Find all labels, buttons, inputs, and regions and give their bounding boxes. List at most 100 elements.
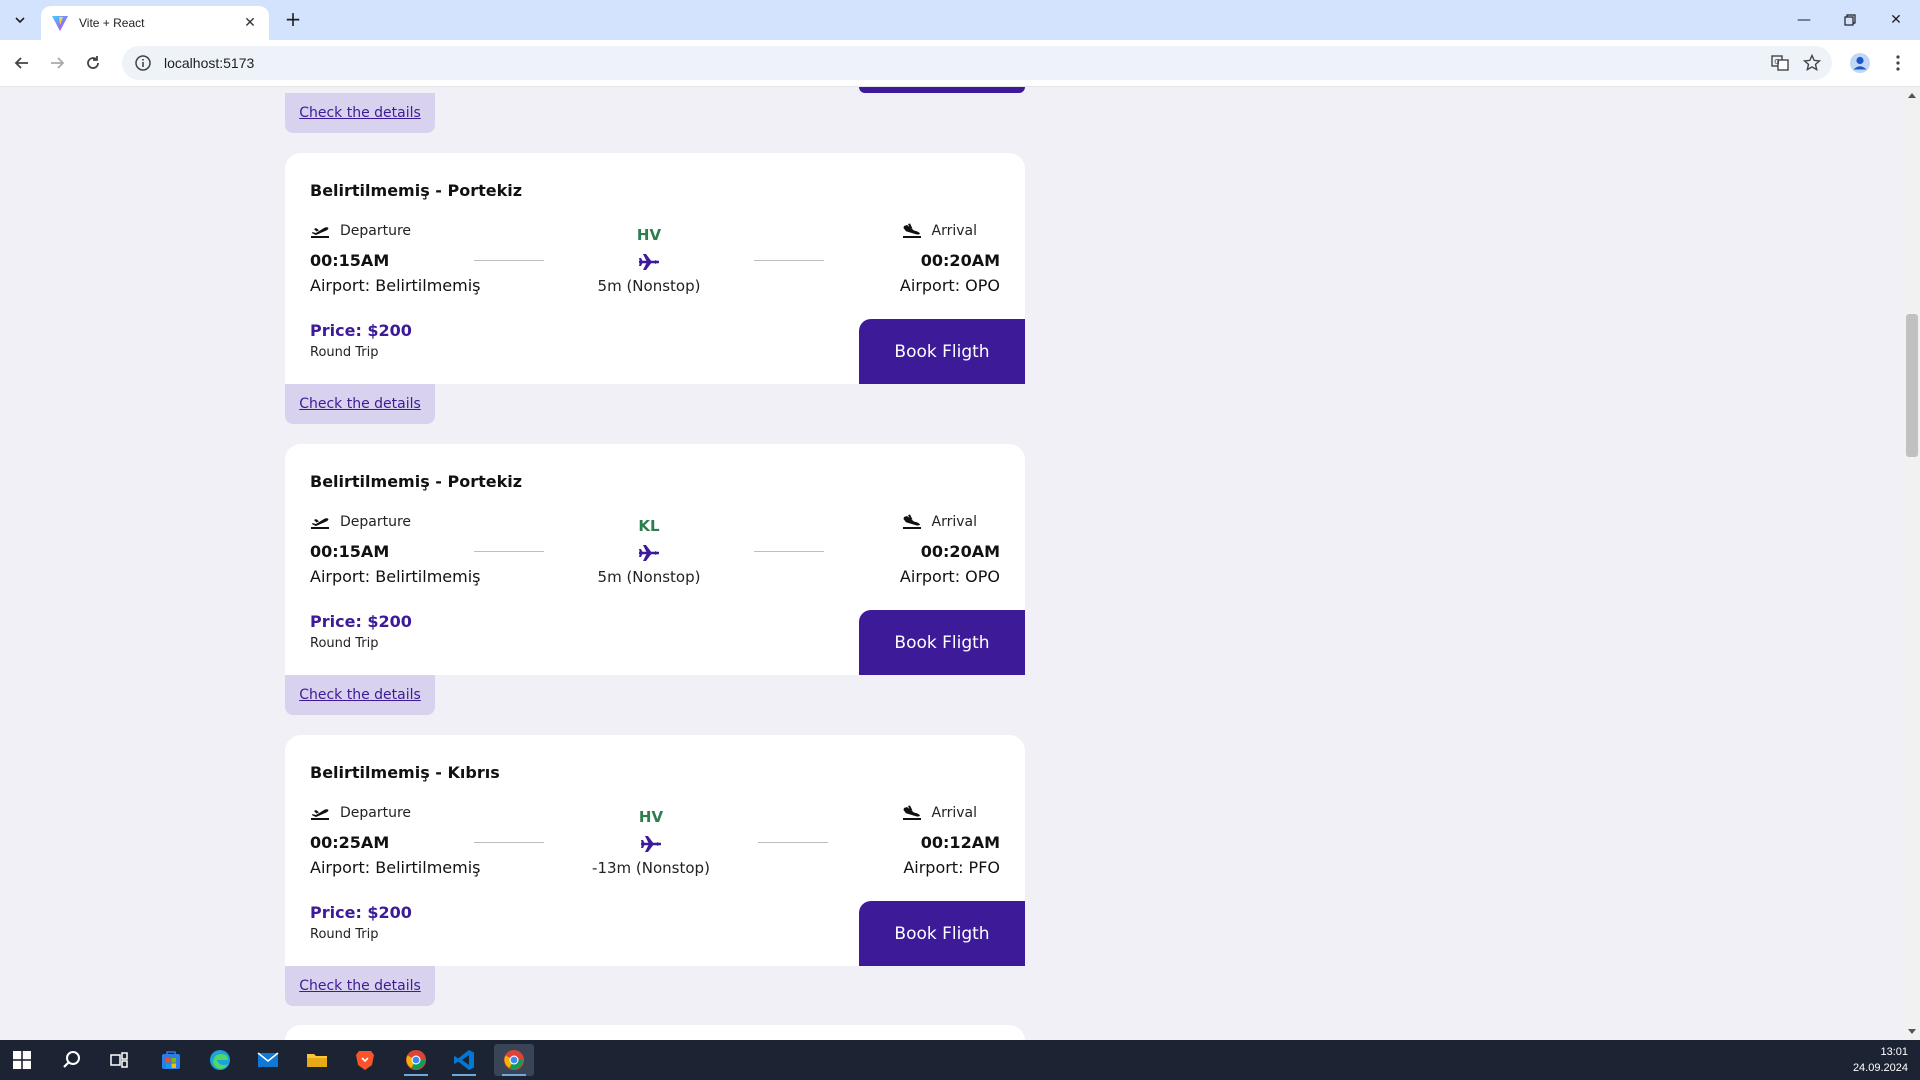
flight-card: Belirtilmemiş - Portekiz Departure 00:15… [285, 444, 1025, 675]
chrome-icon[interactable] [494, 1044, 534, 1076]
close-window-icon[interactable]: ✕ [1876, 8, 1916, 32]
check-details-button[interactable]: Check the details [285, 93, 435, 133]
new-tab-button[interactable]: + [282, 9, 304, 31]
check-details-link[interactable]: Check the details [299, 687, 421, 703]
check-details-button[interactable]: Check the details [285, 675, 435, 715]
book-flight-button[interactable]: Book Fligth [859, 610, 1025, 675]
departure-header: Departure [310, 223, 411, 239]
departure-airport: Airport: Belirtilmemiş [310, 858, 481, 877]
minimize-icon[interactable]: — [1784, 8, 1824, 32]
vite-logo-icon [52, 16, 68, 31]
active-indicator [452, 1074, 476, 1076]
edge-icon[interactable] [200, 1044, 240, 1076]
forward-icon[interactable] [45, 51, 69, 75]
plane-icon [639, 254, 659, 270]
plane-departure-icon [311, 518, 329, 529]
bookmark-star-icon[interactable] [1800, 51, 1824, 75]
arrival-airport: Airport: OPO [899, 276, 1000, 295]
arrival-time: 00:20AM [920, 251, 1000, 270]
back-icon[interactable] [10, 51, 34, 75]
route-line-left [474, 260, 544, 261]
departure-time: 00:15AM [310, 251, 390, 270]
book-flight-button[interactable]: Book Fligth [859, 319, 1025, 384]
search-icon[interactable] [52, 1044, 92, 1076]
flight-card: Belirtilmemiş - Portekiz Departure 00:15… [285, 153, 1025, 384]
profile-avatar-icon[interactable] [1848, 51, 1872, 75]
airline-code: HV [636, 226, 662, 244]
clock-time: 13:01 [1880, 1046, 1908, 1058]
route-title: Belirtilmemiş - Portekiz [310, 472, 523, 491]
flight-card: Belirtilmemiş - Kıbrıs Departure 00:25AM… [285, 735, 1025, 966]
departure-label: Departure [340, 805, 412, 821]
chrome-icon[interactable] [396, 1044, 436, 1076]
plane-arrival-icon [902, 805, 921, 820]
brave-icon[interactable] [345, 1044, 385, 1076]
departure-time: 00:15AM [310, 542, 390, 561]
arrival-label: Arrival [931, 805, 978, 821]
airline-code: KL [638, 517, 660, 535]
arrival-airport: Airport: PFO [903, 858, 1000, 877]
arrival-label: Arrival [931, 514, 978, 530]
flight-duration: 5m (Nonstop) [597, 277, 701, 295]
scroll-down-arrow-icon[interactable] [1908, 1029, 1916, 1034]
flight-duration: 5m (Nonstop) [597, 568, 701, 586]
plane-departure-icon [311, 809, 329, 820]
scrollbar-thumb[interactable] [1906, 314, 1918, 457]
departure-airport: Airport: Belirtilmemiş [310, 276, 481, 295]
route-line-left [474, 842, 544, 843]
browser-tab-bar: Vite + React ✕ + — ✕ [0, 0, 1920, 40]
check-details-link[interactable]: Check the details [299, 105, 421, 121]
route-title: Belirtilmemiş - Kıbrıs [310, 763, 500, 782]
mail-icon[interactable] [248, 1044, 288, 1076]
trip-type: Round Trip [310, 345, 379, 360]
departure-airport: Airport: Belirtilmemiş [310, 567, 481, 586]
plane-icon [639, 545, 659, 561]
clock-date: 24.09.2024 [1852, 1062, 1908, 1074]
check-details-link[interactable]: Check the details [299, 396, 421, 412]
file-explorer-icon[interactable] [297, 1044, 337, 1076]
check-details-button[interactable]: Check the details [285, 966, 435, 1006]
departure-label: Departure [340, 514, 412, 530]
trip-type: Round Trip [310, 636, 379, 651]
check-details-button[interactable]: Check the details [285, 384, 435, 424]
plane-icon [641, 836, 661, 852]
departure-label: Departure [340, 223, 412, 239]
system-clock[interactable]: 13:01 24.09.2024 [1853, 1044, 1908, 1076]
active-indicator [502, 1074, 526, 1076]
page-scrollbar[interactable] [1904, 87, 1920, 1040]
price: Price: $200 [310, 321, 412, 340]
book-flight-button-partial[interactable] [859, 87, 1025, 93]
active-indicator [404, 1074, 428, 1076]
book-flight-button[interactable]: Book Fligth [859, 901, 1025, 966]
route-line-left [474, 551, 544, 552]
address-bar[interactable]: localhost:5173 [122, 46, 1832, 80]
browser-menu-icon[interactable] [1886, 51, 1910, 75]
translate-icon[interactable]: G [1768, 51, 1792, 75]
check-details-link[interactable]: Check the details [299, 978, 421, 994]
route-line-right [754, 260, 824, 261]
reload-icon[interactable] [81, 51, 105, 75]
scroll-up-arrow-icon[interactable] [1908, 93, 1916, 98]
url-text: localhost:5173 [164, 55, 255, 71]
tab-search-button[interactable] [8, 9, 32, 31]
svg-text:G: G [1774, 58, 1779, 66]
departure-header: Departure [310, 805, 411, 821]
page-viewport: Check the details Belirtilmemiş - Portek… [0, 87, 1904, 1040]
task-view-icon[interactable] [99, 1044, 139, 1076]
arrival-header: Arrival [902, 514, 978, 530]
tab-close-icon[interactable]: ✕ [241, 15, 259, 31]
vscode-icon[interactable] [444, 1044, 484, 1076]
start-icon[interactable] [2, 1044, 42, 1076]
price: Price: $200 [310, 903, 412, 922]
route-title: Belirtilmemiş - Portekiz [310, 181, 523, 200]
trip-type: Round Trip [310, 927, 379, 942]
store-icon[interactable] [151, 1044, 191, 1076]
restore-icon[interactable] [1830, 8, 1870, 32]
plane-arrival-icon [902, 514, 921, 529]
arrival-time: 00:12AM [920, 833, 1000, 852]
browser-tab[interactable]: Vite + React ✕ [41, 6, 269, 40]
site-info-icon[interactable] [134, 54, 152, 72]
flight-card-partial [285, 1025, 1025, 1040]
departure-time: 00:25AM [310, 833, 390, 852]
windows-taskbar: 13:01 24.09.2024 [0, 1040, 1920, 1080]
